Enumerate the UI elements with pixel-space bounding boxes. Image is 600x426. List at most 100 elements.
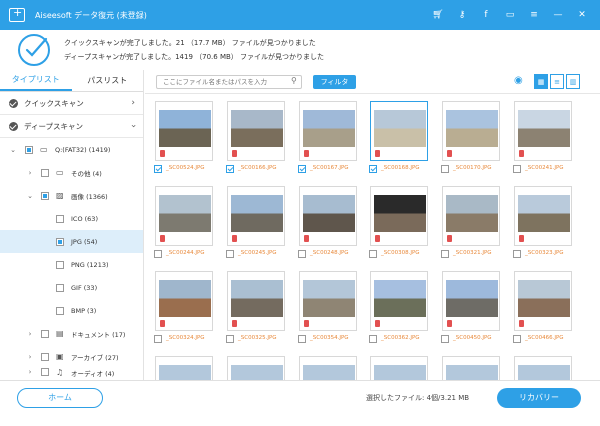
home-button[interactable]: ホーム xyxy=(17,388,103,408)
gif-checkbox[interactable] xyxy=(56,283,64,292)
file-thumbnail[interactable] xyxy=(442,271,500,331)
file-checkbox[interactable] xyxy=(226,250,234,258)
photo-preview xyxy=(446,110,498,147)
caret-right-icon[interactable]: › xyxy=(26,353,34,361)
png-checkbox[interactable] xyxy=(56,260,64,269)
file-checkbox[interactable] xyxy=(513,335,521,343)
minimize-icon[interactable]: — xyxy=(548,5,568,25)
file-thumbnail[interactable] xyxy=(299,356,357,380)
file-checkbox[interactable] xyxy=(369,165,377,173)
file-name: _SC00308.JPG xyxy=(381,250,420,256)
file-checkbox[interactable] xyxy=(369,250,377,258)
file-checkbox[interactable] xyxy=(298,335,306,343)
deleted-file-icon xyxy=(447,150,452,157)
file-thumbnail[interactable] xyxy=(514,101,572,161)
deleted-file-icon xyxy=(232,150,237,157)
file-checkbox[interactable] xyxy=(441,165,449,173)
file-thumbnail[interactable] xyxy=(514,356,572,380)
document-checkbox[interactable] xyxy=(41,329,49,338)
close-icon[interactable]: ✕ xyxy=(572,5,592,25)
file-thumbnail[interactable] xyxy=(155,356,213,380)
file-checkbox[interactable] xyxy=(154,250,162,258)
file-thumbnail[interactable] xyxy=(514,271,572,331)
message-icon[interactable]: ▭ xyxy=(500,5,520,25)
image-checkbox[interactable] xyxy=(41,191,49,200)
file-thumbnail[interactable] xyxy=(299,101,357,161)
drive-checkbox[interactable] xyxy=(25,145,33,154)
tree-item-png[interactable]: PNG (1213) xyxy=(0,253,143,276)
tab-path-list[interactable]: パスリスト xyxy=(72,70,144,91)
file-thumbnail[interactable] xyxy=(370,186,428,246)
file-checkbox[interactable] xyxy=(154,165,162,173)
caret-right-icon[interactable]: › xyxy=(26,169,34,177)
file-checkbox[interactable] xyxy=(298,250,306,258)
tree-item-gif[interactable]: GIF (33) xyxy=(0,276,143,299)
caret-down-icon[interactable]: ⌄ xyxy=(26,192,34,200)
file-thumbnail[interactable] xyxy=(227,271,285,331)
tab-type-list[interactable]: タイプリスト xyxy=(0,70,72,91)
detail-view-icon[interactable]: ▥ xyxy=(566,74,580,89)
file-checkbox[interactable] xyxy=(513,165,521,173)
file-thumbnail[interactable] xyxy=(155,101,213,161)
file-thumbnail[interactable] xyxy=(155,186,213,246)
file-checkbox[interactable] xyxy=(154,335,162,343)
deleted-file-icon xyxy=(304,320,309,327)
archive-checkbox[interactable] xyxy=(41,352,49,361)
file-thumbnail[interactable] xyxy=(370,271,428,331)
file-thumbnail[interactable] xyxy=(227,186,285,246)
file-checkbox[interactable] xyxy=(441,335,449,343)
search-icon[interactable]: ⚲ xyxy=(291,76,297,85)
file-checkbox[interactable] xyxy=(441,250,449,258)
grid-view-icon[interactable]: ▦ xyxy=(534,74,548,89)
search-input[interactable] xyxy=(156,75,302,89)
other-checkbox[interactable] xyxy=(41,168,49,177)
menu-icon[interactable]: ≡ xyxy=(524,5,544,25)
file-thumbnail[interactable] xyxy=(370,101,428,161)
file-thumbnail[interactable] xyxy=(442,101,500,161)
deep-scan-section[interactable]: ディープスキャン › xyxy=(0,115,143,138)
tree-item-drive[interactable]: ⌄ ▭ Q:(FAT32) (1419) xyxy=(0,138,143,161)
caret-down-icon[interactable]: ⌄ xyxy=(9,146,17,154)
file-thumbnail[interactable] xyxy=(442,186,500,246)
file-thumbnail[interactable] xyxy=(514,186,572,246)
deleted-file-icon xyxy=(447,235,452,242)
filter-button[interactable]: フィルタ xyxy=(313,75,356,89)
tree-item-other[interactable]: › ▭ その他 (4) xyxy=(0,161,143,184)
key-icon[interactable]: ⚷ xyxy=(452,5,472,25)
caret-right-icon[interactable]: › xyxy=(26,368,34,376)
facebook-icon[interactable]: f xyxy=(476,5,496,25)
jpg-checkbox[interactable] xyxy=(56,237,64,246)
tree-item-ico[interactable]: ICO (63) xyxy=(0,207,143,230)
photo-preview xyxy=(231,110,283,147)
caret-right-icon[interactable]: › xyxy=(26,330,34,338)
tree-item-image[interactable]: ⌄ ▨ 画像 (1366) xyxy=(0,184,143,207)
file-checkbox[interactable] xyxy=(226,335,234,343)
tree-item-archive[interactable]: › ▣ アーカイブ (27) xyxy=(0,345,143,368)
file-checkbox[interactable] xyxy=(298,165,306,173)
bmp-checkbox[interactable] xyxy=(56,306,64,315)
tree-item-bmp[interactable]: BMP (3) xyxy=(0,299,143,322)
file-thumbnail[interactable] xyxy=(227,356,285,380)
tree-item-audio[interactable]: › ♫ オーディオ (4) xyxy=(0,368,143,378)
file-thumbnail[interactable] xyxy=(227,101,285,161)
cart-icon[interactable]: 🛒︎ xyxy=(428,5,448,25)
recover-button[interactable]: リカバリー xyxy=(497,388,581,408)
file-thumbnail[interactable] xyxy=(155,271,213,331)
tree-item-document[interactable]: › ▤ ドキュメント (17) xyxy=(0,322,143,345)
file-checkbox[interactable] xyxy=(513,250,521,258)
file-name: _SC00170.JPG xyxy=(453,165,492,171)
file-thumbnail[interactable] xyxy=(370,356,428,380)
file-thumbnail[interactable] xyxy=(299,271,357,331)
audio-icon: ♫ xyxy=(56,368,64,377)
file-checkbox[interactable] xyxy=(226,165,234,173)
tree-item-jpg[interactable]: JPG (54) xyxy=(0,230,143,253)
ico-checkbox[interactable] xyxy=(56,214,64,223)
list-view-icon[interactable]: ≡ xyxy=(550,74,564,89)
preview-eye-icon[interactable]: ◉ xyxy=(514,75,523,86)
file-thumbnail[interactable] xyxy=(442,356,500,380)
file-checkbox[interactable] xyxy=(369,335,377,343)
file-thumbnail[interactable] xyxy=(299,186,357,246)
photo-preview xyxy=(159,195,211,232)
audio-checkbox[interactable] xyxy=(41,368,49,376)
quick-scan-section[interactable]: クイックスキャン › xyxy=(0,92,143,115)
